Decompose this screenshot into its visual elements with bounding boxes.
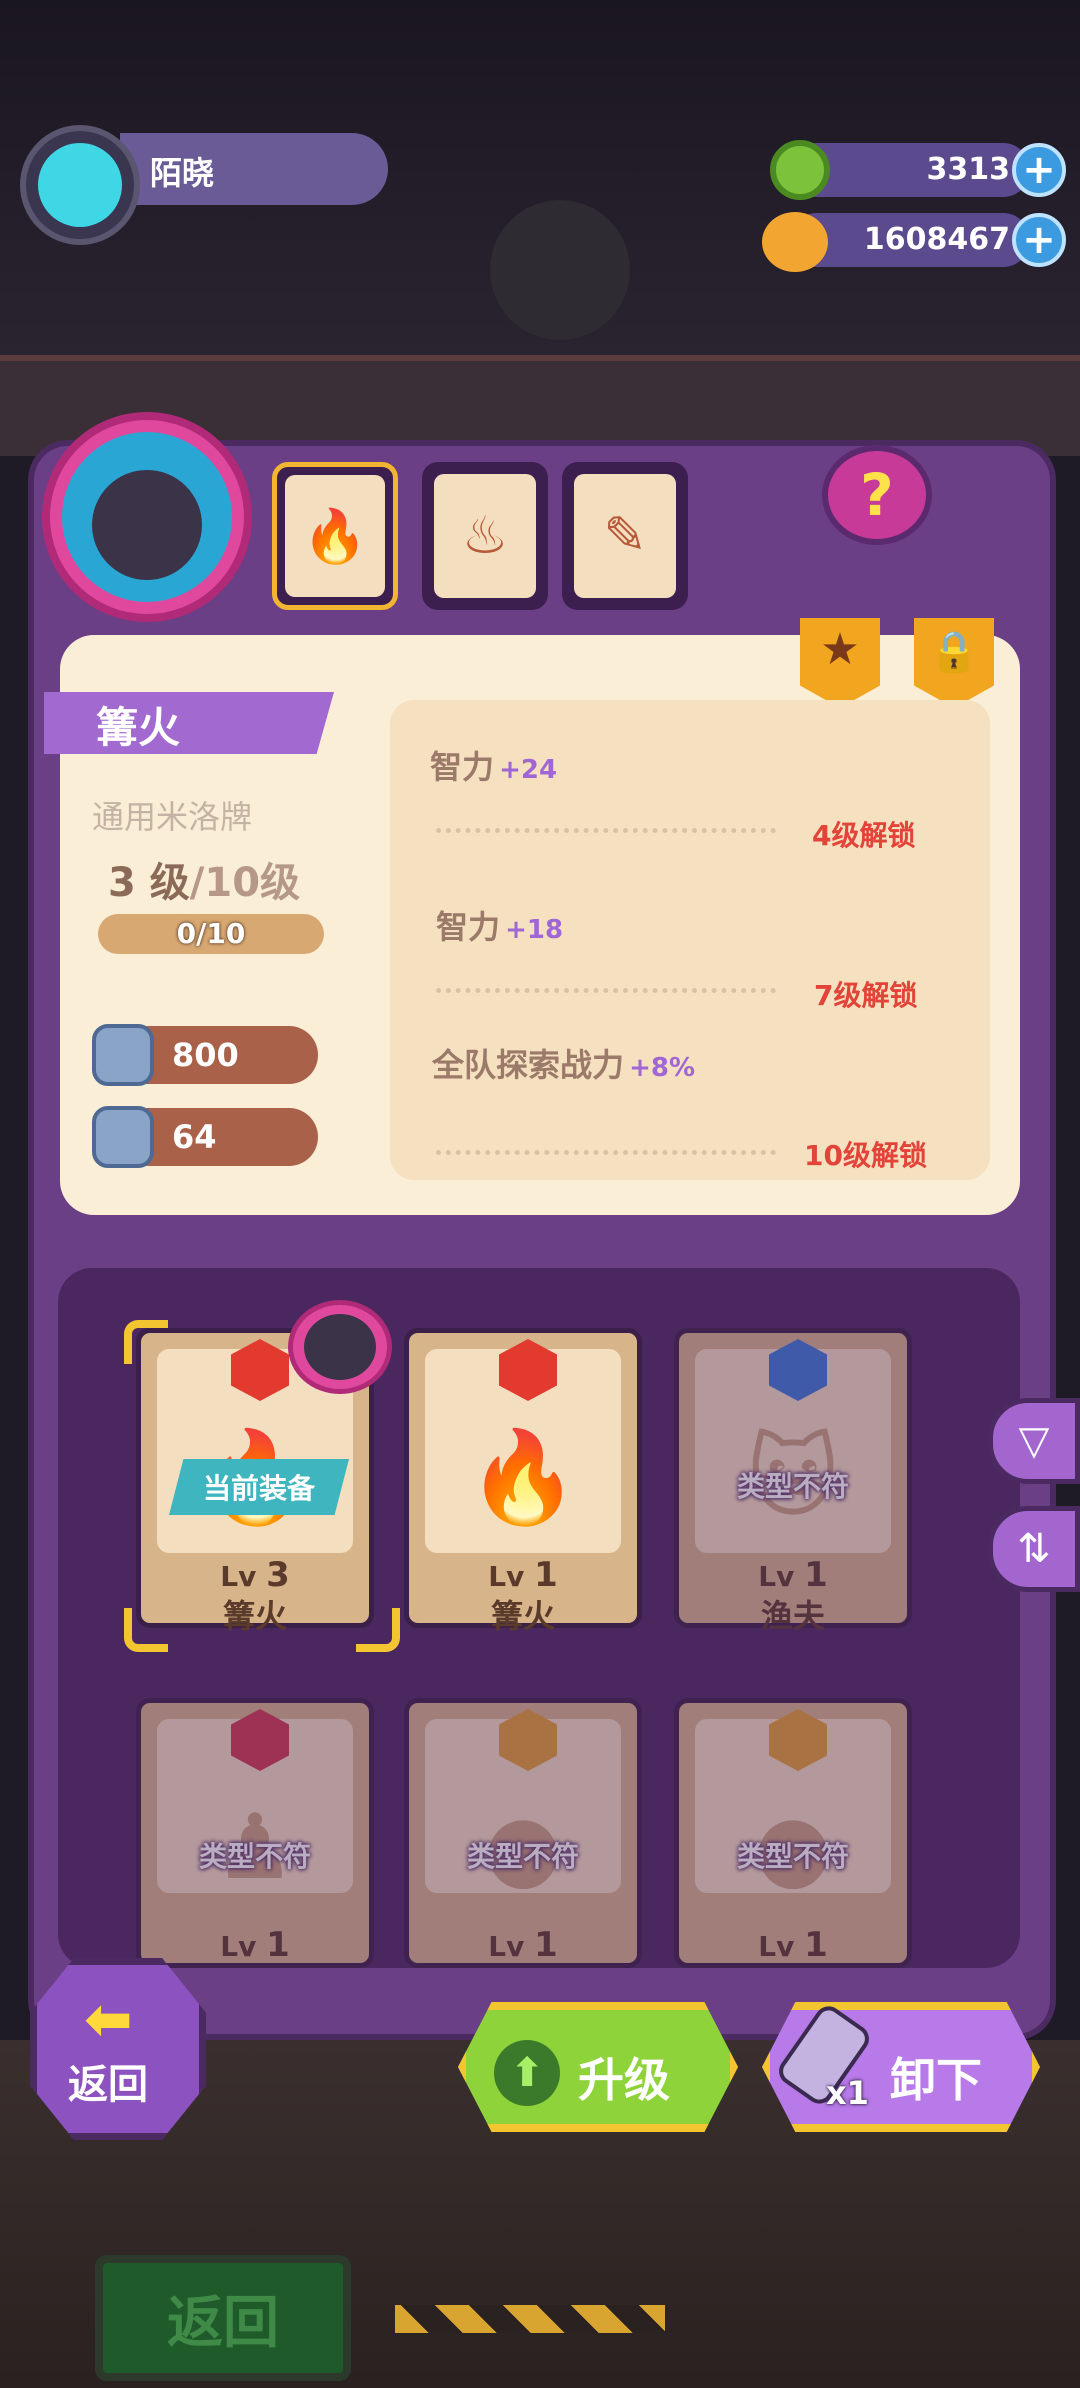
upgrade-arrow-icon: ⬆	[494, 2040, 560, 2106]
type-mismatch-label: 类型不符	[466, 1840, 579, 1873]
attribute-1: 智力 +24	[430, 742, 557, 788]
card-level: 3 级/10级	[108, 850, 300, 908]
lv-number: 1	[534, 1925, 558, 1965]
type-mismatch-label: 类型不符	[198, 1840, 311, 1873]
add-donut-button[interactable]: +	[1012, 143, 1066, 197]
lv-number: 1	[804, 1555, 828, 1595]
grid-card-4[interactable]: ♟ 类型不符 Lv 1	[136, 1698, 374, 1968]
campfire-icon: 🔥	[285, 475, 385, 597]
grid-card-2[interactable]: 🔥 Lv 1 篝火	[404, 1328, 642, 1635]
card-name: 篝火	[222, 1597, 287, 1635]
attribute-divider	[436, 988, 776, 993]
attribute-name: 智力	[430, 748, 495, 786]
stat-value-hp: 800	[172, 1036, 239, 1074]
selection-corner	[356, 1608, 400, 1652]
card-subtitle: 通用米洛牌	[92, 798, 253, 836]
background-back-button: 返回	[95, 2255, 351, 2381]
background-fan	[490, 200, 630, 340]
tab-torch[interactable]: ✎	[562, 462, 688, 610]
lv-number: 3	[266, 1555, 290, 1595]
filter-button[interactable]: ▽	[988, 1398, 1080, 1484]
lv-prefix: Lv	[220, 1930, 257, 1963]
upgrade-label: 升级	[578, 2053, 670, 2107]
username: 陌晓	[150, 154, 215, 192]
lv-number: 1	[266, 1925, 290, 1965]
card-name: 渔夫	[760, 1597, 825, 1635]
back-label: 返回	[68, 2062, 148, 2108]
attribute-3: 全队探索战力 +8%	[432, 1040, 695, 1086]
add-planet-button[interactable]: +	[1012, 213, 1066, 267]
character-face-icon	[304, 1314, 376, 1380]
card-level: Lv 1	[679, 1925, 907, 1965]
selection-corner	[124, 1320, 168, 1364]
type-mismatch-label: 类型不符	[736, 1470, 849, 1503]
attribute-divider	[436, 1150, 776, 1155]
back-arrow-icon: ⬅	[84, 1985, 133, 2053]
tab-brazier[interactable]: ♨	[422, 462, 548, 610]
level-max: /10级	[189, 860, 301, 906]
lv-prefix: Lv	[758, 1930, 795, 1963]
title-ribbon	[44, 692, 334, 754]
card-level: Lv 1	[141, 1925, 369, 1965]
shield-icon	[92, 1106, 154, 1168]
grid-card-3[interactable]: 🐱 类型不符 Lv 1 渔夫	[674, 1328, 912, 1635]
level-current: 3 级	[108, 860, 190, 906]
heart-shield-icon	[92, 1024, 154, 1086]
card-level: Lv 3	[141, 1555, 369, 1595]
lv-prefix: Lv	[220, 1560, 257, 1593]
selection-corner	[124, 1608, 168, 1652]
brazier-icon: ♨	[434, 474, 536, 598]
attribute-unlock: 10级解锁	[804, 1139, 927, 1172]
attribute-unlock: 4级解锁	[812, 819, 916, 852]
attribute-unlock: 7级解锁	[814, 979, 918, 1012]
attribute-bonus: +8%	[629, 1053, 696, 1083]
lv-prefix: Lv	[488, 1560, 525, 1593]
lv-number: 1	[804, 1925, 828, 1965]
torch-icon: ✎	[574, 474, 676, 598]
cat-avatar-icon	[38, 143, 122, 227]
lv-prefix: Lv	[758, 1560, 795, 1593]
planet-coin-icon	[762, 212, 828, 272]
card-level: Lv 1	[409, 1555, 637, 1595]
current-equip-badge: 当前装备	[169, 1459, 349, 1515]
sort-button[interactable]: ⇅	[988, 1506, 1080, 1592]
attribute-divider	[436, 828, 776, 833]
attribute-bonus: +18	[505, 915, 564, 945]
campfire-icon: 🔥	[466, 1425, 580, 1530]
grid-card-5[interactable]: ● 类型不符 Lv 1	[404, 1698, 642, 1968]
level-progress-text: 0/10	[176, 917, 246, 950]
attribute-name: 智力	[436, 908, 501, 946]
lv-number: 1	[534, 1555, 558, 1595]
attribute-name: 全队探索战力	[432, 1046, 625, 1084]
card-level: Lv 1	[409, 1925, 637, 1965]
card-name: 篝火	[490, 1597, 555, 1635]
unequip-label: 卸下	[890, 2053, 982, 2107]
stat-value-defense: 64	[172, 1118, 217, 1156]
type-mismatch-label: 类型不符	[736, 1840, 849, 1873]
card-title: 篝火	[96, 703, 181, 752]
tab-campfire[interactable]: 🔥	[272, 462, 398, 610]
unequip-count: x1	[826, 2074, 869, 2112]
attribute-bonus: +24	[499, 755, 558, 785]
card-level: Lv 1	[679, 1555, 907, 1595]
donut-coin-icon	[770, 140, 830, 200]
hazard-stripe	[395, 2305, 665, 2333]
attribute-2: 智力 +18	[436, 902, 563, 948]
lv-prefix: Lv	[488, 1930, 525, 1963]
character-face-icon	[92, 470, 202, 580]
grid-card-6[interactable]: ● 类型不符 Lv 1	[674, 1698, 912, 1968]
help-button[interactable]: ?	[822, 445, 932, 545]
